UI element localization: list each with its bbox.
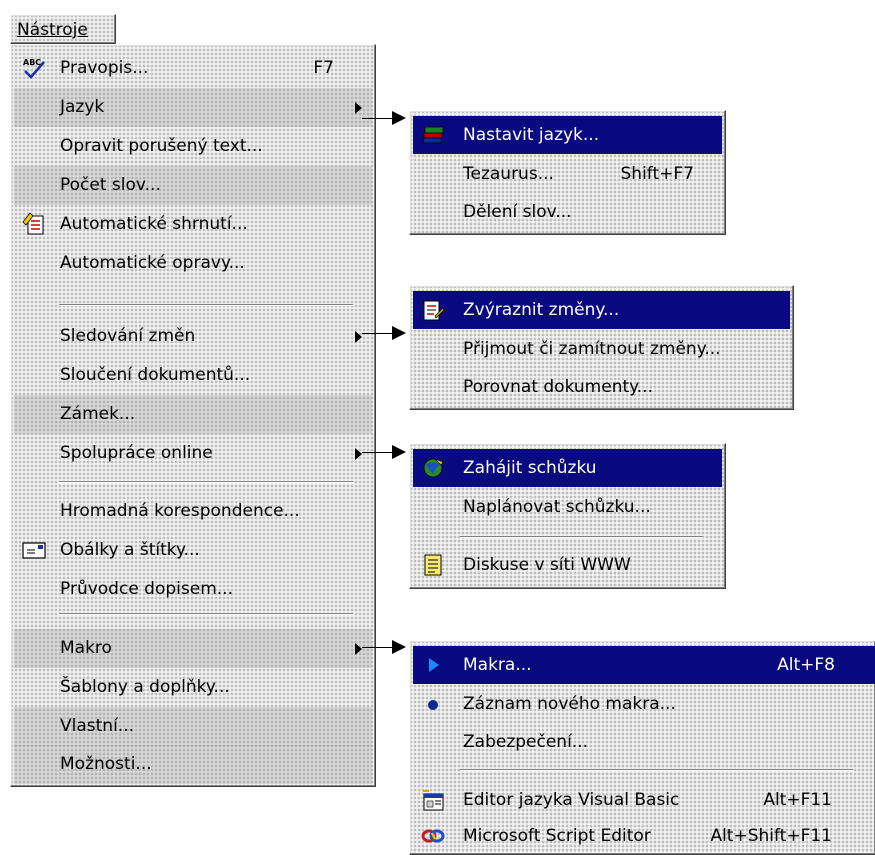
- submenu-item-zahajit[interactable]: Zahájit schůzku: [413, 449, 722, 487]
- menu-item-shortcut: F7: [313, 58, 334, 78]
- menu-item-label: Automatické opravy...: [60, 253, 245, 273]
- menu-item-shrnuti[interactable]: Automatické shrnutí...: [14, 205, 372, 244]
- menu-item-label: Editor jazyka Visual Basic: [463, 790, 680, 810]
- track-changes-icon: [423, 300, 445, 321]
- menu-item-label: Tezaurus...: [463, 164, 554, 184]
- envelope-icon: [22, 542, 46, 559]
- menu-item-makro[interactable]: Makro: [14, 629, 372, 668]
- menu-item-label: Opravit porušený text...: [60, 136, 263, 156]
- submenu-arrow-icon: [355, 102, 362, 114]
- script-editor-icon: [421, 829, 445, 843]
- menu-item-obalky[interactable]: Obálky a štítky...: [14, 531, 372, 570]
- menu-item-label: Jazyk: [60, 97, 105, 117]
- discussion-icon: [424, 554, 442, 576]
- menu-item-label: Vlastní...: [60, 716, 135, 736]
- submenu-item-tezaurus[interactable]: Tezaurus... Shift+F7: [413, 155, 722, 193]
- menu-item-label: Zvýraznit změny...: [463, 300, 620, 320]
- menu-item-pocet-slov[interactable]: Počet slov...: [14, 166, 372, 205]
- menu-item-shortcut: Alt+F11: [763, 790, 832, 810]
- menu-separator: [59, 613, 353, 615]
- menu-item-spoluprace[interactable]: Spolupráce online: [14, 434, 372, 473]
- menu-item-label: Sloučení dokumentů...: [60, 365, 251, 385]
- menu-item-jazyk[interactable]: Jazyk: [14, 88, 372, 127]
- menu-item-label: Makra...: [463, 655, 532, 675]
- connector-arrow-icon: [392, 445, 406, 459]
- menu-item-label: Počet slov...: [60, 175, 161, 195]
- record-icon: [428, 700, 438, 710]
- menu-separator: [460, 536, 703, 538]
- menu-item-zamek[interactable]: Zámek...: [14, 395, 372, 434]
- menu-item-label: Nastavit jazyk...: [463, 125, 600, 145]
- menu-item-label: Průvodce dopisem...: [60, 579, 233, 599]
- menu-item-label: Microsoft Script Editor: [463, 826, 651, 846]
- submenu-item-script-editor[interactable]: Microsoft Script Editor Alt+Shift+F11: [413, 817, 872, 855]
- submenu-arrow-icon: [355, 448, 362, 460]
- menu-item-label: Možnosti...: [60, 754, 152, 774]
- menu-item-label: Obálky a štítky...: [60, 540, 200, 560]
- menu-item-label: Spolupráce online: [60, 443, 213, 463]
- autosummarize-icon: [22, 212, 44, 235]
- submenu-item-nastavit-jazyk[interactable]: Nastavit jazyk...: [413, 116, 722, 154]
- menu-item-shortcut: Shift+F7: [620, 164, 694, 184]
- menu-separator: [460, 769, 853, 771]
- play-icon: [429, 658, 439, 672]
- menu-item-pravopis[interactable]: ABC Pravopis... F7: [14, 49, 372, 88]
- menu-separator: [59, 304, 353, 306]
- menu-item-vlastni[interactable]: Vlastní...: [14, 707, 372, 746]
- submenu-spoluprace-online: Zahájit schůzku Naplánovat schůzku... Di…: [409, 443, 726, 589]
- menu-separator: [59, 481, 353, 483]
- language-icon: [422, 126, 444, 144]
- meeting-icon: [423, 458, 444, 478]
- menu-item-label: Porovnat dokumenty...: [463, 377, 653, 397]
- submenu-sledovani-zmen: Zvýraznit změny... Přijmout či zamítnout…: [409, 285, 794, 410]
- menu-item-label: Sledování změn: [60, 326, 196, 346]
- connector-arrow-icon: [392, 111, 406, 125]
- menu-item-label: Automatické shrnutí...: [60, 214, 248, 234]
- submenu-arrow-icon: [355, 643, 362, 655]
- menu-item-label: Zámek...: [60, 404, 136, 424]
- submenu-item-zaznam[interactable]: Záznam nového makra...: [413, 685, 872, 723]
- submenu-item-diskuse[interactable]: Diskuse v síti WWW: [413, 546, 722, 584]
- menu-item-label: Záznam nového makra...: [463, 694, 676, 714]
- menu-item-pruvodce[interactable]: Průvodce dopisem...: [14, 570, 372, 609]
- vb-editor-icon: [423, 790, 444, 811]
- menu-item-label: Zabezpečení...: [463, 732, 589, 752]
- submenu-item-zabezpeceni[interactable]: Zabezpečení...: [413, 723, 872, 761]
- menu-item-label: Makro: [60, 638, 112, 658]
- spellcheck-icon: ABC: [23, 58, 45, 79]
- menu-item-opravit[interactable]: Opravit porušený text...: [14, 127, 372, 166]
- submenu-item-deleni-slov[interactable]: Dělení slov...: [413, 193, 722, 231]
- menu-item-label: Šablony a doplňky...: [60, 677, 230, 697]
- tools-menu: ABC Pravopis... F7 Jazyk Opravit porušen…: [10, 44, 376, 787]
- submenu-item-naplanovat[interactable]: Naplánovat schůzku...: [413, 488, 722, 526]
- submenu-item-vb-editor[interactable]: Editor jazyka Visual Basic Alt+F11: [413, 781, 872, 819]
- menu-title-nastroje[interactable]: Nástroje: [10, 14, 116, 44]
- menu-item-sledovani[interactable]: Sledování změn: [14, 317, 372, 356]
- menu-item-shortcut: Alt+Shift+F11: [710, 826, 832, 846]
- menu-item-opravy[interactable]: Automatické opravy...: [14, 244, 372, 283]
- menu-item-label: Dělení slov...: [463, 202, 572, 222]
- submenu-item-porovnat[interactable]: Porovnat dokumenty...: [413, 368, 790, 406]
- menu-title-label: Nástroje: [17, 20, 88, 40]
- menu-item-label: Naplánovat schůzku...: [463, 497, 651, 517]
- connector-arrow-icon: [392, 326, 406, 340]
- submenu-makro: Makra... Alt+F8 Záznam nového makra... Z…: [409, 640, 875, 855]
- menu-item-label: Přijmout či zamítnout změny...: [463, 339, 721, 359]
- submenu-arrow-icon: [355, 331, 362, 343]
- menu-item-label: Hromadná korespondence...: [60, 501, 300, 521]
- submenu-jazyk: Nastavit jazyk... Tezaurus... Shift+F7 D…: [409, 110, 726, 235]
- submenu-item-prijmout[interactable]: Přijmout či zamítnout změny...: [413, 330, 790, 368]
- menu-item-label: Diskuse v síti WWW: [463, 555, 631, 575]
- menu-item-slouceni[interactable]: Sloučení dokumentů...: [14, 356, 372, 395]
- connector-arrow-icon: [392, 640, 406, 654]
- menu-item-moznosti[interactable]: Možnosti...: [14, 745, 372, 784]
- menu-item-label: Zahájit schůzku: [463, 458, 597, 478]
- submenu-item-makra[interactable]: Makra... Alt+F8: [413, 646, 875, 684]
- menu-item-hromadna[interactable]: Hromadná korespondence...: [14, 492, 372, 531]
- menu-item-label: Pravopis...: [60, 58, 149, 78]
- svg-text:ABC: ABC: [23, 58, 41, 67]
- menu-item-shortcut: Alt+F8: [777, 655, 835, 675]
- menu-item-sablony[interactable]: Šablony a doplňky...: [14, 668, 372, 707]
- submenu-item-zvyraznit[interactable]: Zvýraznit změny...: [413, 291, 790, 329]
